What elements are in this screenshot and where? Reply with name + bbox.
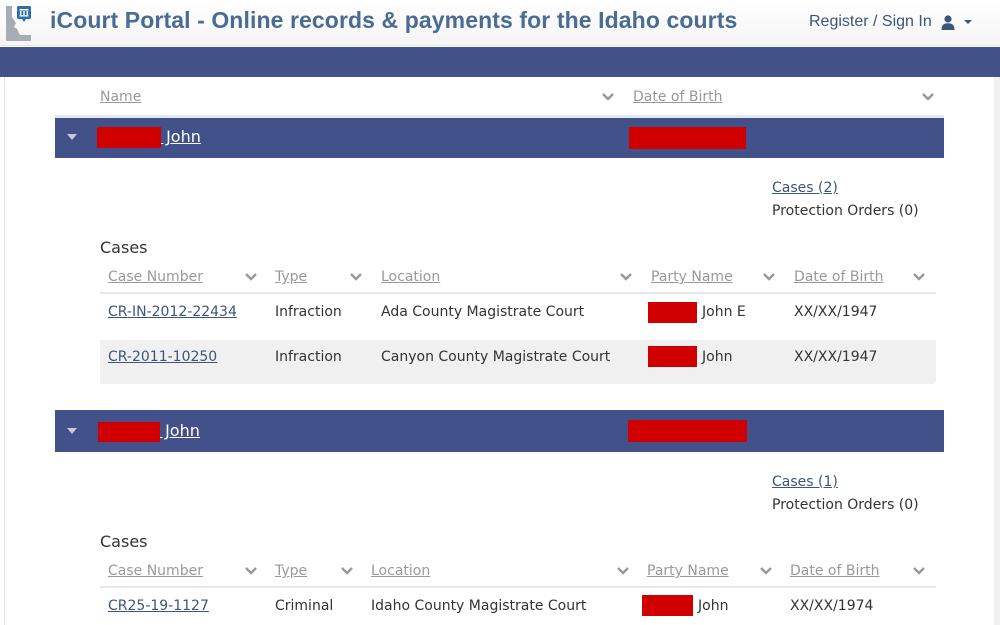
case-location: Canyon County Magistrate Court: [381, 349, 611, 365]
redacted-name: [98, 422, 160, 442]
person-name-link[interactable]: John: [160, 421, 200, 440]
caret-down-icon: [963, 20, 972, 24]
column-header-location[interactable]: Location: [381, 269, 440, 285]
case-number-link[interactable]: CR-IN-2012-22434: [108, 304, 237, 320]
sort-chevron-icon[interactable]: [245, 567, 257, 575]
column-header-location[interactable]: Location: [371, 563, 430, 579]
case-number-link[interactable]: CR25-19-1127: [108, 598, 209, 614]
protection-orders-count: Protection Orders (0): [772, 497, 919, 513]
redacted-party-name: [648, 346, 697, 367]
column-header-party-name[interactable]: Party Name: [651, 269, 733, 285]
column-header-case-number[interactable]: Case Number: [108, 269, 203, 285]
party-name: John E: [702, 304, 746, 320]
redacted-party-name: [648, 302, 697, 323]
column-header-party-name[interactable]: Party Name: [647, 563, 729, 579]
party-name: John: [702, 349, 733, 365]
sort-chevron-icon[interactable]: [922, 93, 934, 101]
redacted-dob: [628, 420, 747, 442]
protection-orders-count: Protection Orders (0): [772, 203, 919, 219]
table-divider: [100, 292, 936, 294]
table-divider: [100, 586, 936, 588]
redacted-party-name: [642, 595, 693, 616]
party-name: John: [698, 598, 729, 614]
cases-count-link[interactable]: Cases (2): [772, 180, 838, 196]
case-location: Ada County Magistrate Court: [381, 304, 585, 320]
user-icon: [941, 14, 955, 30]
collapse-triangle-icon[interactable]: [67, 134, 77, 140]
sort-chevron-icon[interactable]: [350, 273, 362, 281]
case-type: Infraction: [275, 304, 342, 320]
column-header-date-of-birth[interactable]: Date of Birth: [790, 563, 879, 579]
cases-count-link[interactable]: Cases (1): [772, 474, 838, 490]
redacted-name: [97, 127, 161, 148]
sort-chevron-icon[interactable]: [245, 273, 257, 281]
party-dob: XX/XX/1947: [794, 304, 878, 320]
redacted-dob: [629, 127, 746, 149]
column-header-type[interactable]: Type: [275, 269, 307, 285]
site-header: iCourt Portal - Online records & payment…: [0, 0, 1000, 46]
page-title: iCourt Portal - Online records & payment…: [50, 7, 738, 33]
column-header-type[interactable]: Type: [275, 563, 307, 579]
column-header-name[interactable]: Name: [100, 89, 141, 105]
column-header-case-number[interactable]: Case Number: [108, 563, 203, 579]
cases-section-title: Cases: [100, 238, 148, 257]
sort-chevron-icon[interactable]: [760, 567, 772, 575]
collapse-triangle-icon[interactable]: [67, 428, 77, 434]
case-type: Criminal: [275, 598, 334, 614]
party-dob: XX/XX/1974: [790, 598, 874, 614]
sort-chevron-icon[interactable]: [913, 273, 925, 281]
sort-chevron-icon[interactable]: [602, 93, 614, 101]
nav-bar: [0, 47, 1000, 77]
sort-chevron-icon[interactable]: [341, 567, 353, 575]
sort-chevron-icon[interactable]: [620, 273, 632, 281]
scrollbar[interactable]: [994, 77, 1000, 625]
register-sign-in-menu[interactable]: Register / Sign In: [809, 13, 972, 31]
sort-chevron-icon[interactable]: [913, 567, 925, 575]
sort-chevron-icon[interactable]: [763, 273, 775, 281]
cases-section-title: Cases: [100, 532, 148, 551]
person-name-link[interactable]: John: [161, 127, 201, 146]
column-header-date-of-birth[interactable]: Date of Birth: [794, 269, 883, 285]
case-type: Infraction: [275, 349, 342, 365]
party-dob: XX/XX/1947: [794, 349, 878, 365]
idaho-courthouse-icon[interactable]: [4, 3, 34, 41]
sort-chevron-icon[interactable]: [617, 567, 629, 575]
case-number-link[interactable]: CR-2011-10250: [108, 349, 217, 365]
sign-in-label[interactable]: Register / Sign In: [809, 13, 932, 31]
column-header-date-of-birth[interactable]: Date of Birth: [633, 89, 722, 105]
case-location: Idaho County Magistrate Court: [371, 598, 587, 614]
